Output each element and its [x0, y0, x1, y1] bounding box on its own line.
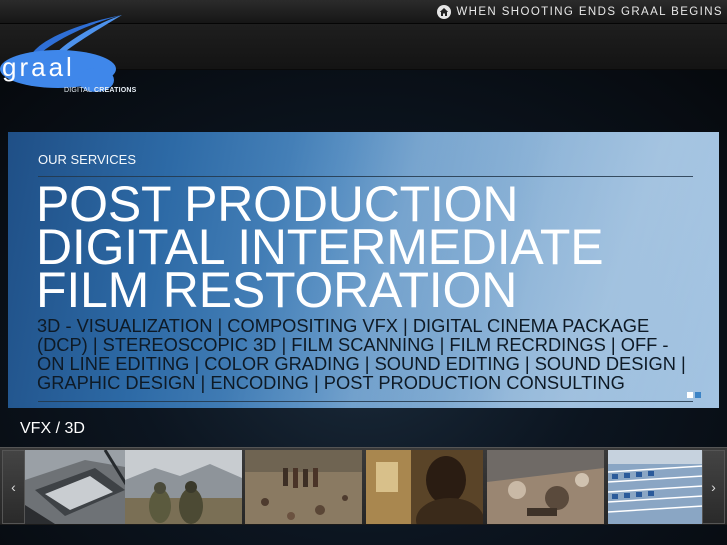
slider-dot-active[interactable] — [695, 392, 701, 398]
thumbnail-stadium-seats[interactable] — [608, 450, 703, 524]
graal-logo[interactable]: graal — [0, 12, 140, 98]
slider-dot[interactable] — [687, 392, 693, 398]
tagline: WHEN SHOOTING ENDS GRAAL BEGINS — [437, 4, 723, 20]
home-icon[interactable] — [437, 5, 452, 19]
carousel-prev-button[interactable]: ‹ — [2, 450, 25, 524]
chevron-right-icon: › — [711, 479, 716, 495]
our-services-label: OUR SERVICES — [38, 152, 137, 167]
logo-wordmark: graal — [2, 52, 75, 82]
gallery-title: VFX / 3D — [20, 420, 85, 437]
headline-film-restoration: FILM RESTORATION — [36, 262, 518, 318]
thumbnail-battlefield[interactable] — [245, 450, 362, 524]
divider — [38, 401, 693, 402]
services-list: 3D - VISUALIZATION | COMPOSITING VFX | D… — [37, 315, 686, 393]
logo-subtitle: DIGITAL CREATIONS — [64, 87, 137, 94]
thumbnail-man-interior[interactable] — [366, 450, 483, 524]
thumbnail-soldiers-mountains[interactable] — [125, 450, 242, 524]
tagline-text: WHEN SHOOTING ENDS GRAAL BEGINS — [456, 6, 723, 18]
carousel-next-button[interactable]: › — [702, 450, 725, 524]
slider-pagination — [687, 392, 701, 398]
services-slider[interactable]: OUR SERVICES POST PRODUCTION DIGITAL INT… — [8, 132, 719, 408]
thumbnail-rubble[interactable] — [487, 450, 604, 524]
thumbnail-carousel: ‹ › — [0, 447, 727, 525]
chevron-left-icon: ‹ — [11, 479, 16, 495]
